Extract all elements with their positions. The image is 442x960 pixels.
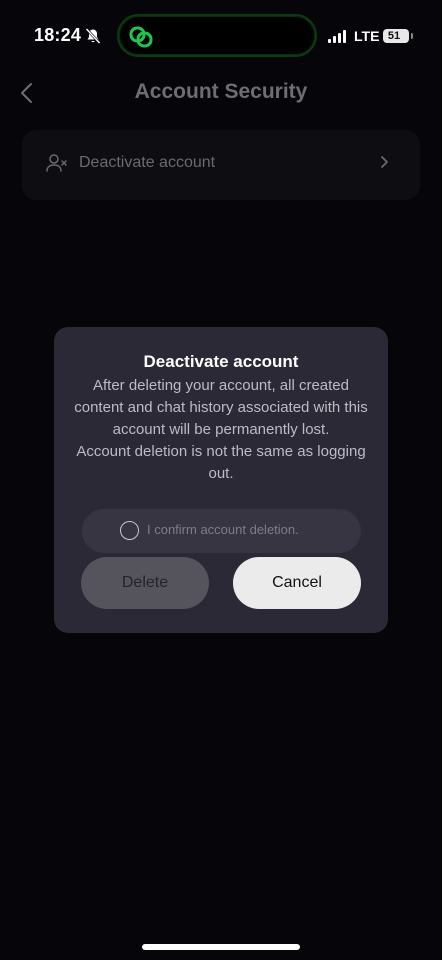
cancel-button[interactable]: Cancel xyxy=(233,557,361,609)
dialog-message: After deleting your account, all created… xyxy=(74,375,368,485)
user-remove-icon xyxy=(46,154,67,172)
page-title: Account Security xyxy=(134,80,308,103)
linked-rings-icon xyxy=(129,26,153,48)
bell-slash-icon xyxy=(85,28,101,44)
confirm-deletion-checkbox[interactable]: I confirm account deletion. xyxy=(82,509,361,553)
dialog-message-line: Account deletion is not the same as logg… xyxy=(76,443,366,482)
chevron-right-icon xyxy=(381,156,388,168)
battery-level: 51 xyxy=(387,30,401,42)
home-indicator[interactable] xyxy=(142,944,300,950)
status-time: 18:24 xyxy=(34,25,82,45)
battery-nub xyxy=(411,33,413,39)
list-item-deactivate-account[interactable]: Deactivate account xyxy=(22,130,420,200)
deactivate-dialog: Deactivate account After deleting your a… xyxy=(54,327,388,633)
signal-bars-icon xyxy=(328,30,346,43)
delete-button[interactable]: Delete xyxy=(81,557,209,609)
dynamic-island[interactable] xyxy=(117,14,317,57)
network-type: LTE xyxy=(354,28,380,44)
confirm-deletion-label: I confirm account deletion. xyxy=(147,522,299,537)
radio-circle-icon[interactable] xyxy=(120,521,139,540)
list-item-label: Deactivate account xyxy=(79,154,216,171)
dialog-message-line: After deleting your account, all created… xyxy=(74,377,368,438)
dialog-title: Deactivate account xyxy=(143,352,299,371)
battery-icon: 51 xyxy=(383,29,413,43)
